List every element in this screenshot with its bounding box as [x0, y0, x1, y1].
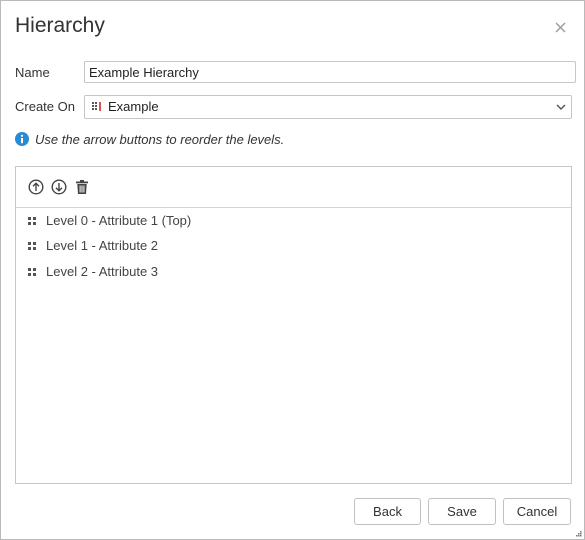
table-grid-icon — [92, 102, 101, 111]
name-label: Name — [15, 65, 50, 80]
arrow-up-circle-icon[interactable] — [28, 179, 44, 195]
drag-handle-icon[interactable] — [28, 242, 36, 250]
level-item[interactable]: Level 0 - Attribute 1 (Top) — [28, 212, 558, 230]
levels-panel: Level 0 - Attribute 1 (Top) Level 1 - At… — [15, 166, 572, 484]
create-on-value: Example — [108, 99, 159, 114]
close-icon[interactable] — [554, 21, 568, 35]
drag-handle-icon[interactable] — [28, 217, 36, 225]
info-icon — [15, 132, 29, 146]
create-on-select[interactable]: Example — [84, 95, 572, 119]
level-label: Level 1 - Attribute 2 — [46, 238, 159, 253]
chevron-down-icon — [556, 104, 566, 110]
levels-toolbar — [16, 167, 571, 208]
arrow-down-circle-icon[interactable] — [51, 179, 67, 195]
level-item[interactable]: Level 2 - Attribute 3 — [28, 263, 558, 281]
create-on-label: Create On — [15, 99, 75, 114]
dialog-title: Hierarchy — [15, 14, 105, 37]
hint-text: Use the arrow buttons to reorder the lev… — [35, 132, 285, 147]
save-button[interactable]: Save — [428, 498, 496, 525]
level-label: Level 0 - Attribute 1 (Top) — [46, 213, 192, 228]
level-label: Level 2 - Attribute 3 — [46, 264, 159, 279]
trash-icon[interactable] — [74, 179, 90, 195]
cancel-button[interactable]: Cancel — [503, 498, 571, 525]
level-item[interactable]: Level 1 - Attribute 2 — [28, 237, 558, 255]
name-input[interactable] — [84, 61, 576, 83]
drag-handle-icon[interactable] — [28, 268, 36, 276]
back-button[interactable]: Back — [354, 498, 421, 525]
resize-grip-icon[interactable] — [574, 529, 582, 537]
hierarchy-dialog: Hierarchy Name Create On Example Use the… — [0, 0, 585, 540]
